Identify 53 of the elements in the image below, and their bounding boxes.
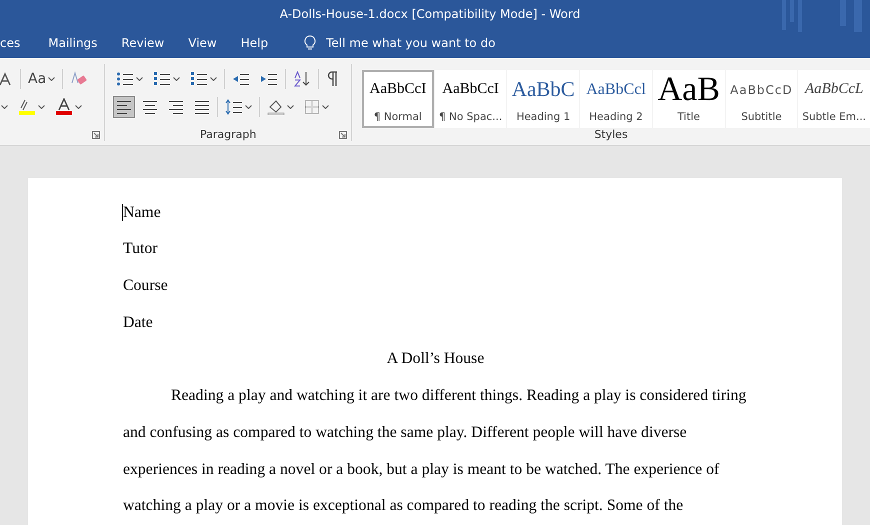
caret-icon bbox=[173, 76, 180, 81]
multilevel-list-icon bbox=[190, 70, 208, 87]
align-right-icon bbox=[168, 98, 184, 115]
align-center-icon bbox=[142, 98, 158, 115]
document-paragraph: Reading a play and watching it are two different things. Reading a play is considered tiring and confusing as compared to watching the same play. Different people will have diverse experiences in reading a novel or a book, but a play is meant to be watched. The experience of watching a play or a movie is exceptional as compared to reading the script. Some of the bbox=[123, 386, 748, 516]
tell-me-search[interactable]: Tell me what you want to do bbox=[326, 36, 496, 50]
style-gallery-item[interactable]: AaBbC Heading 1 bbox=[507, 70, 580, 128]
style-gallery-item[interactable]: AaB Title bbox=[652, 70, 725, 128]
line-spacing-icon bbox=[225, 98, 244, 115]
bulleted-list-icon bbox=[116, 70, 134, 87]
style-gallery-item[interactable]: AaBbCcL Subtle Em... bbox=[798, 70, 870, 128]
group-label: Styles bbox=[594, 128, 628, 141]
dialog-launcher-icon[interactable] bbox=[339, 130, 347, 139]
align-left-icon bbox=[116, 98, 132, 115]
menu-tab[interactable]: Help bbox=[240, 36, 268, 50]
caret-icon bbox=[75, 104, 82, 109]
dialog-launcher-icon[interactable] bbox=[92, 130, 100, 139]
caret-icon bbox=[287, 104, 294, 109]
pilcrow-icon bbox=[326, 70, 338, 87]
caret-icon bbox=[38, 104, 45, 109]
lightbulb-icon bbox=[304, 35, 316, 52]
caret-icon bbox=[1, 104, 8, 109]
style-gallery-item[interactable]: AaBbCcl Heading 2 bbox=[580, 70, 652, 128]
window-title: A-Dolls-House-1.docx [Compatibility Mode] - Word bbox=[280, 7, 580, 22]
align-button[interactable] bbox=[113, 96, 136, 118]
borders-icon bbox=[304, 98, 320, 115]
document-line: Date bbox=[123, 312, 153, 333]
font-color-icon bbox=[55, 98, 73, 116]
caret-icon bbox=[48, 76, 56, 81]
caret-icon bbox=[210, 76, 218, 81]
menu-tab[interactable]: Mailings bbox=[48, 36, 98, 50]
text-cursor bbox=[122, 204, 123, 221]
caret-icon bbox=[136, 76, 144, 81]
group-label: Paragraph bbox=[200, 128, 256, 141]
sort-icon bbox=[293, 70, 312, 87]
document-line: Course bbox=[123, 276, 168, 296]
eraser-icon bbox=[70, 70, 88, 87]
document-title: A Doll’s House bbox=[386, 349, 486, 370]
change-case-button[interactable]: Aa bbox=[25, 68, 58, 90]
caret-icon bbox=[322, 104, 330, 109]
menu-tab[interactable]: ces bbox=[0, 36, 20, 50]
letter-a-icon bbox=[0, 72, 13, 86]
highlighter-icon bbox=[18, 98, 36, 116]
menu-tab[interactable]: View bbox=[188, 36, 217, 50]
numbered-list-icon bbox=[153, 70, 172, 87]
document-line: Name bbox=[123, 202, 161, 223]
style-gallery-item[interactable]: AaBbCcD Subtitle bbox=[726, 70, 798, 128]
style-gallery-item[interactable]: AaBbCcI ¶ No Spac... bbox=[434, 70, 506, 128]
caret-icon bbox=[245, 104, 252, 109]
align-justify-icon bbox=[194, 98, 210, 115]
menu-tab[interactable]: Review bbox=[121, 36, 164, 50]
document-line: Tutor bbox=[123, 239, 158, 260]
style-gallery-item[interactable]: AaBbCcI ¶ Normal bbox=[362, 70, 434, 128]
